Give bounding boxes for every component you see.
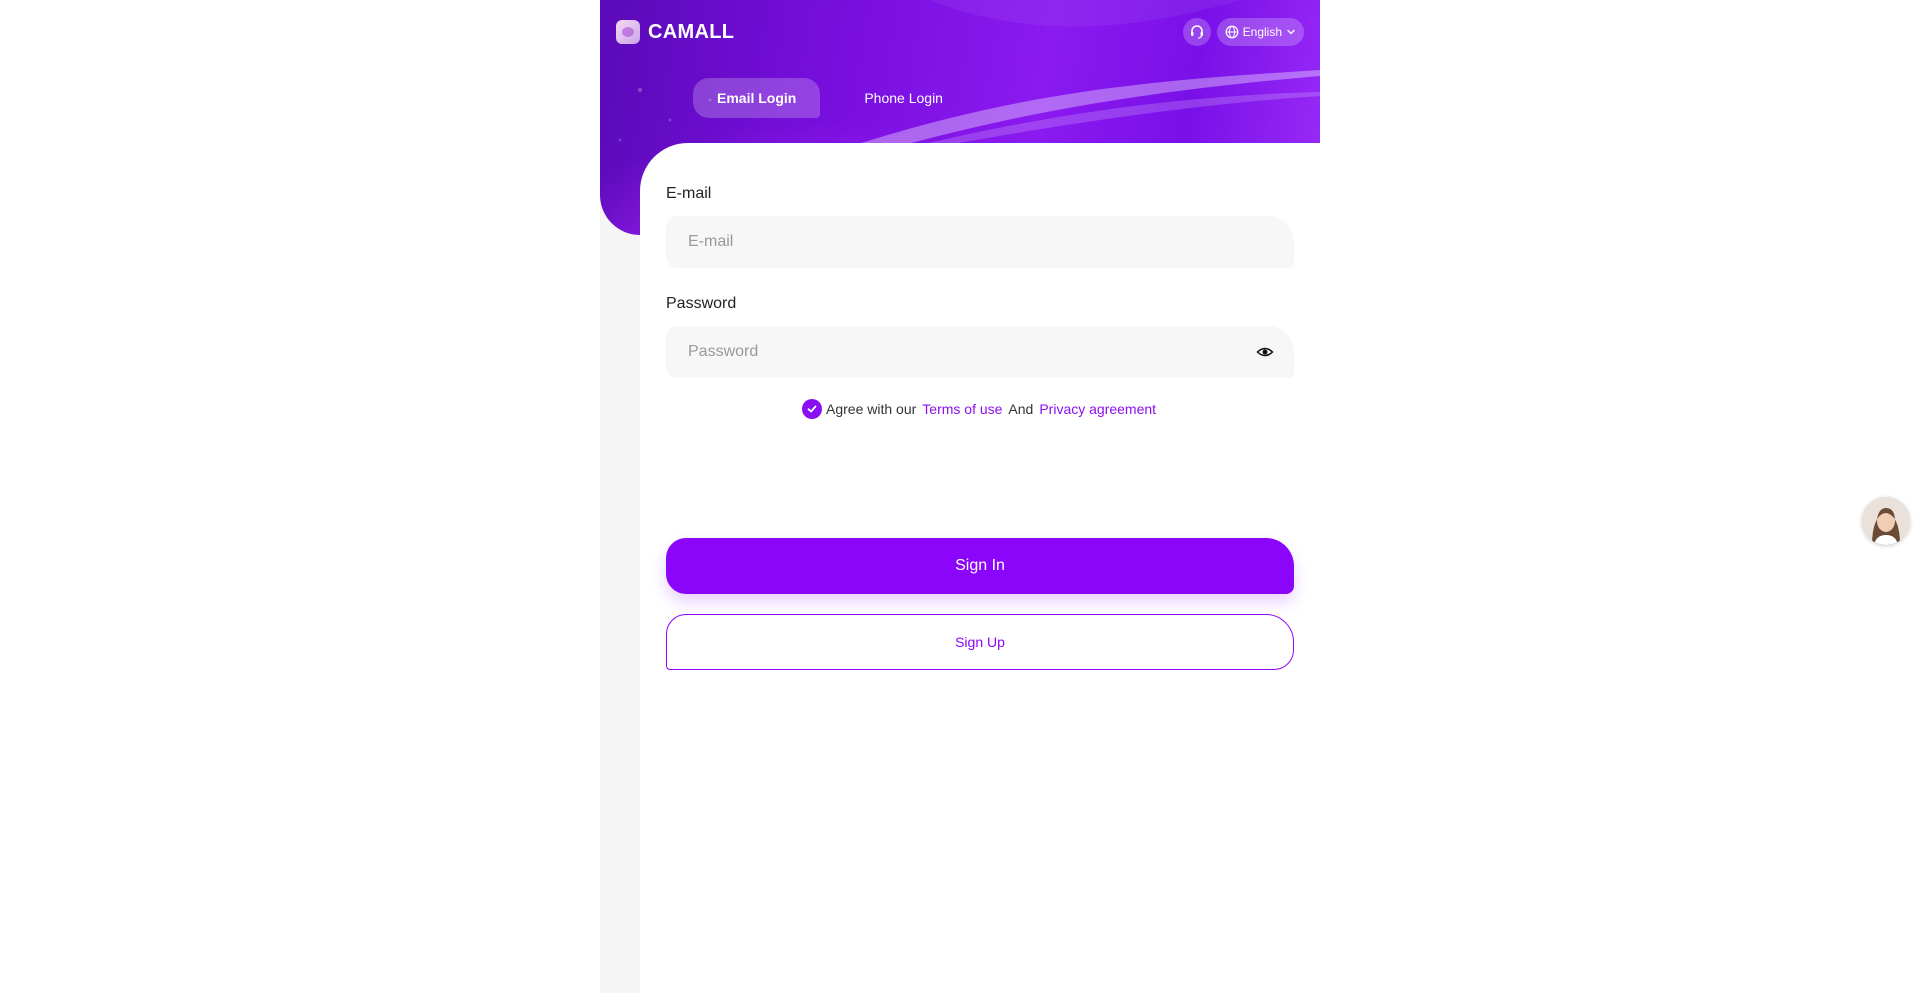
tab-phone-login[interactable]: Phone Login bbox=[840, 78, 967, 118]
top-actions: English bbox=[1182, 18, 1304, 46]
email-field[interactable] bbox=[686, 232, 1274, 252]
password-field[interactable] bbox=[686, 342, 1256, 362]
agreement-prefix: Agree with our bbox=[826, 401, 917, 417]
email-field-wrapper bbox=[666, 216, 1294, 268]
customer-service-avatar[interactable] bbox=[1862, 497, 1910, 545]
globe-icon bbox=[1225, 25, 1239, 39]
brand: CAMALL bbox=[616, 20, 734, 44]
brand-name: CAMALL bbox=[648, 20, 735, 43]
chevron-down-icon bbox=[1287, 29, 1295, 35]
checkmark-icon bbox=[807, 405, 817, 413]
support-button[interactable] bbox=[1182, 18, 1211, 46]
headset-icon bbox=[1190, 25, 1203, 39]
sign-up-button[interactable]: Sign Up bbox=[666, 614, 1294, 670]
email-label: E-mail bbox=[666, 185, 712, 202]
tab-email-login[interactable]: Email Login bbox=[693, 78, 821, 118]
camall-logo-icon bbox=[616, 20, 640, 44]
privacy-agreement-link[interactable]: Privacy agreement bbox=[1039, 401, 1156, 417]
password-field-wrapper bbox=[666, 326, 1294, 378]
password-label: Password bbox=[666, 295, 737, 312]
login-app: CAMALL English Email Login Phone Login E… bbox=[600, 0, 1320, 993]
agreement-checkbox[interactable] bbox=[802, 399, 822, 419]
agreement-conjunction: And bbox=[1008, 401, 1034, 417]
login-form-card: E-mail Password Agree with our Terms of … bbox=[640, 143, 1320, 993]
eye-icon[interactable] bbox=[1256, 343, 1274, 361]
terms-of-use-link[interactable]: Terms of use bbox=[922, 401, 1002, 417]
sign-in-button[interactable]: Sign In bbox=[666, 538, 1294, 594]
language-label: English bbox=[1242, 25, 1282, 39]
language-selector[interactable]: English bbox=[1216, 18, 1304, 46]
agreement-row: Agree with our Terms of use And Privacy … bbox=[802, 399, 1158, 419]
login-tabs: Email Login Phone Login bbox=[693, 78, 967, 118]
